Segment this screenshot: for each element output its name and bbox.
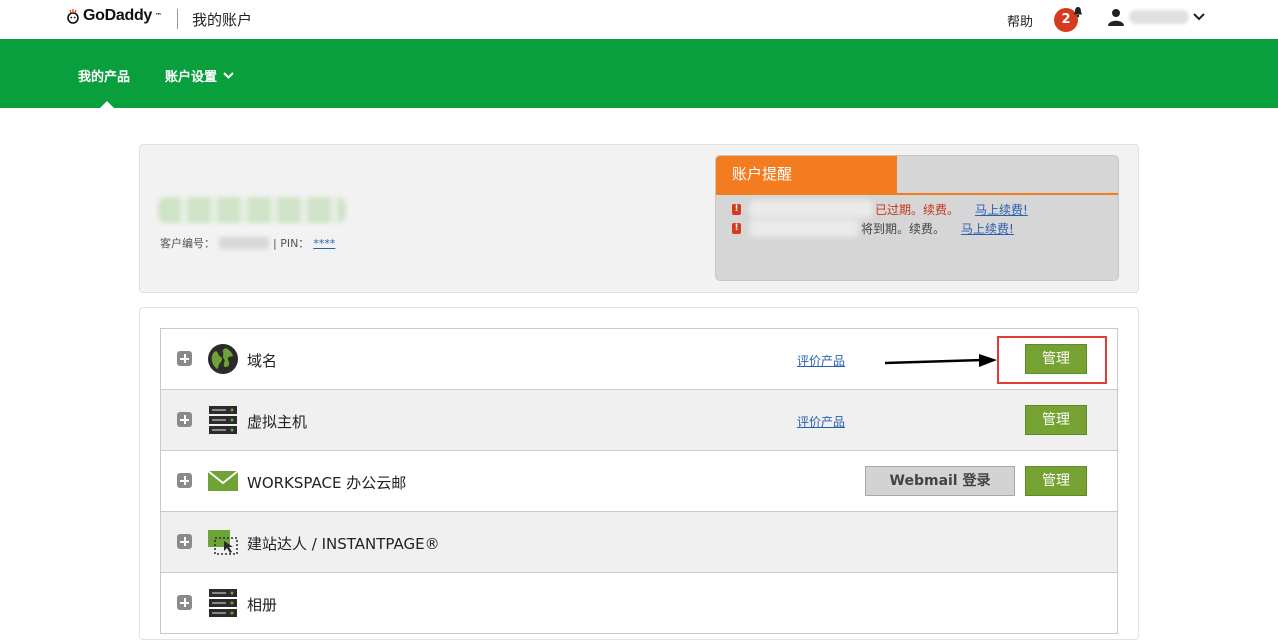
manage-button[interactable]: 管理	[1025, 466, 1087, 496]
product-row-domains: 域名 评价产品 管理	[161, 329, 1117, 389]
product-name[interactable]: 虚拟主机	[247, 411, 307, 432]
active-nav-indicator	[99, 101, 115, 109]
expand-icon[interactable]	[177, 412, 192, 427]
rate-product-link[interactable]: 评价产品	[797, 413, 845, 430]
product-name[interactable]: WORKSPACE 办公云邮	[247, 472, 406, 493]
webmail-login-button[interactable]: Webmail 登录	[865, 466, 1015, 496]
products-panel: 域名 评价产品 管理 虚拟主机 评价产品 管理 WORKSPACE 办公云邮 W…	[139, 307, 1139, 640]
godaddy-logo-icon	[67, 9, 79, 24]
rate-product-link[interactable]: 评价产品	[797, 352, 845, 369]
customer-number-redacted	[219, 237, 269, 249]
main-nav: 我的产品 账户设置	[0, 39, 1278, 109]
product-name[interactable]: 相册	[247, 594, 277, 615]
account-info: 客户编号： | PIN： ****	[160, 235, 335, 251]
product-row-website-builder: 建站达人 / INSTANTPAGE®	[161, 511, 1117, 572]
renew-now-link[interactable]: 马上续费!	[961, 220, 1014, 237]
arrow-annotation	[884, 354, 997, 367]
manage-button[interactable]: 管理	[1025, 344, 1087, 374]
chevron-down-icon	[1193, 13, 1205, 21]
expand-icon[interactable]	[177, 534, 192, 549]
nav-account-settings[interactable]: 账户设置	[165, 66, 234, 85]
alert-item: ! 将到期。续费。 马上续费!	[732, 219, 1014, 237]
page-title: 我的账户	[192, 11, 253, 29]
envelope-icon	[207, 470, 239, 491]
account-alerts-box: 账户提醒 ! 已过期。续费。 马上续费! ! 将到期。续费。 马上续费!	[715, 155, 1119, 281]
user-menu[interactable]	[1107, 8, 1205, 26]
expand-icon[interactable]	[177, 473, 192, 488]
help-link[interactable]: 帮助	[1007, 11, 1033, 30]
expand-icon[interactable]	[177, 351, 192, 366]
header-divider	[177, 9, 178, 29]
product-name[interactable]: 建站达人 / INSTANTPAGE®	[247, 533, 440, 554]
alert-item: ! 已过期。续费。 马上续费!	[732, 200, 1028, 218]
server-icon	[209, 406, 237, 434]
products-list: 域名 评价产品 管理 虚拟主机 评价产品 管理 WORKSPACE 办公云邮 W…	[160, 328, 1118, 634]
notifications-button[interactable]: 2	[1054, 6, 1082, 34]
server-icon	[209, 589, 237, 617]
website-builder-icon	[208, 530, 238, 555]
top-bar: GoDaddy ™ 我的账户 帮助 2	[0, 0, 1278, 39]
product-name-redacted	[749, 219, 859, 237]
product-row-album: 相册	[161, 572, 1117, 633]
pin-label: | PIN：	[273, 237, 310, 250]
account-summary-panel: 客户编号： | PIN： **** 账户提醒 ! 已过期。续费。 马上续费! !…	[139, 144, 1139, 293]
logo-text: GoDaddy	[83, 7, 153, 24]
godaddy-logo[interactable]: GoDaddy ™	[66, 7, 162, 25]
nav-my-products[interactable]: 我的产品	[78, 66, 130, 85]
warning-icon: !	[732, 203, 741, 215]
account-alerts-title: 账户提醒	[716, 156, 897, 193]
logo-trademark: ™	[155, 12, 163, 20]
product-row-workspace: WORKSPACE 办公云邮 Webmail 登录 管理	[161, 450, 1117, 511]
pin-link[interactable]: ****	[313, 237, 335, 250]
chevron-down-icon	[223, 72, 234, 79]
renew-now-link[interactable]: 马上续费!	[975, 201, 1028, 218]
manage-button[interactable]: 管理	[1025, 405, 1087, 435]
customer-number-label: 客户编号：	[160, 237, 215, 250]
account-name-redacted	[158, 197, 346, 223]
alert-status: 将到期。续费。	[861, 221, 946, 236]
expand-icon[interactable]	[177, 595, 192, 610]
product-row-hosting: 虚拟主机 评价产品 管理	[161, 389, 1117, 450]
product-name-redacted	[749, 200, 873, 218]
product-name[interactable]: 域名	[247, 350, 277, 371]
alert-status: 已过期。续费。	[875, 202, 960, 217]
user-icon	[1108, 9, 1124, 26]
username-redacted	[1129, 10, 1189, 24]
bell-icon	[1074, 7, 1082, 18]
nav-account-settings-label: 账户设置	[165, 70, 218, 85]
warning-icon: !	[732, 222, 741, 234]
globe-icon	[208, 344, 238, 374]
alerts-header-underline	[716, 193, 1118, 195]
